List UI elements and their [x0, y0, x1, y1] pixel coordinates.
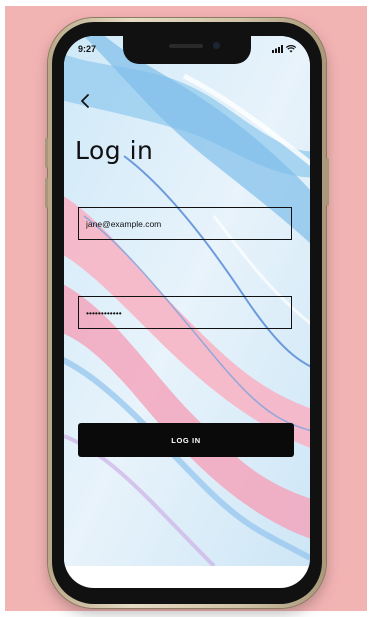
login-button[interactable]: LOG IN	[78, 423, 294, 457]
wifi-icon	[286, 45, 296, 53]
page-title: Log in	[75, 136, 154, 165]
power-button	[326, 158, 329, 206]
email-field[interactable]	[78, 207, 292, 240]
signal-icon	[272, 45, 283, 53]
screen: 9:27 Log in LOG IN	[64, 36, 310, 588]
notch	[123, 36, 251, 64]
status-time: 9:27	[78, 44, 97, 54]
chevron-left-icon	[81, 94, 89, 108]
front-camera	[213, 42, 220, 49]
speaker-grille	[169, 44, 203, 48]
status-icons	[272, 45, 296, 53]
back-button[interactable]	[74, 90, 96, 112]
phone-frame: 9:27 Log in LOG IN	[45, 18, 329, 608]
volume-down-button	[45, 178, 48, 208]
password-field[interactable]	[78, 296, 292, 329]
volume-up-button	[45, 138, 48, 168]
